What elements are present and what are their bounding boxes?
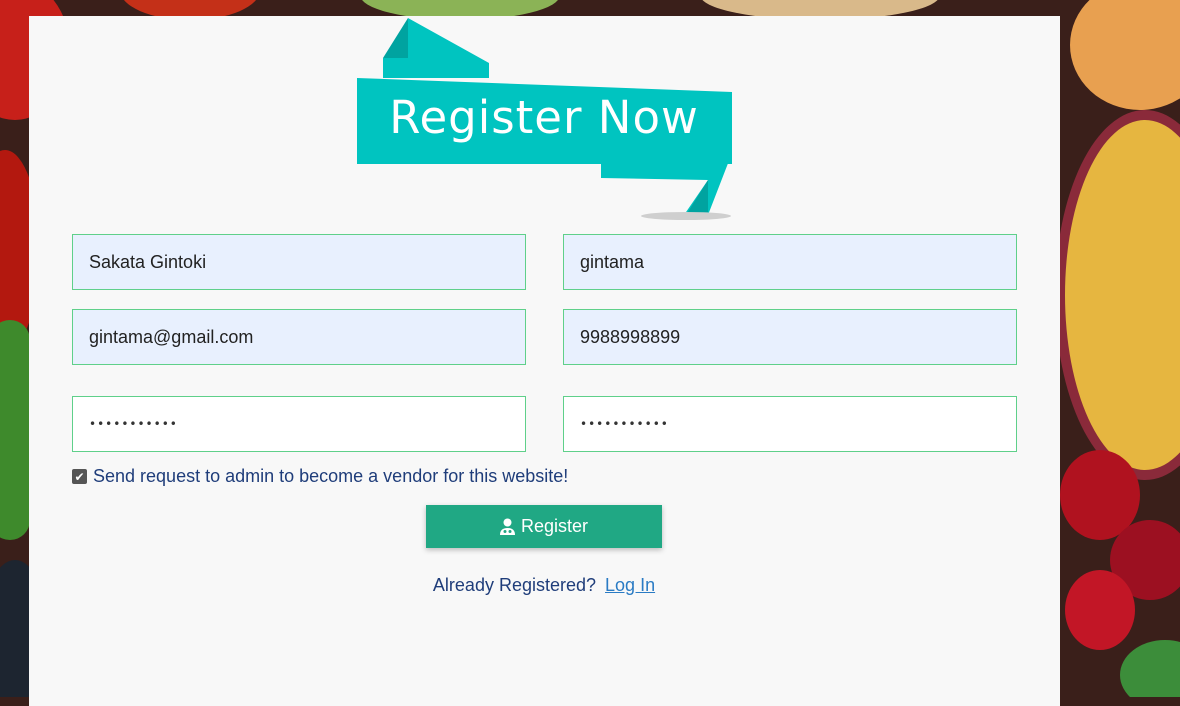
- email-input[interactable]: [72, 309, 526, 365]
- vendor-request-checkbox[interactable]: ✔: [72, 469, 87, 484]
- login-prompt: Already Registered? Log In: [0, 575, 1088, 596]
- already-registered-text: Already Registered?: [432, 575, 597, 595]
- phone-input[interactable]: [563, 309, 1017, 365]
- login-link[interactable]: Log In: [605, 575, 655, 595]
- password-input[interactable]: [72, 396, 526, 452]
- banner-title: Register Now: [389, 90, 699, 144]
- register-button-label: Register: [520, 516, 589, 536]
- user-doctor-icon: [499, 518, 515, 535]
- register-button[interactable]: Register: [426, 505, 662, 548]
- full-name-input[interactable]: [72, 234, 526, 290]
- username-input[interactable]: [563, 234, 1017, 290]
- vendor-request-row: ✔ Send request to admin to become a vend…: [72, 466, 568, 487]
- confirm-password-input[interactable]: [563, 396, 1017, 452]
- vendor-request-label: Send request to admin to become a vendor…: [93, 466, 569, 486]
